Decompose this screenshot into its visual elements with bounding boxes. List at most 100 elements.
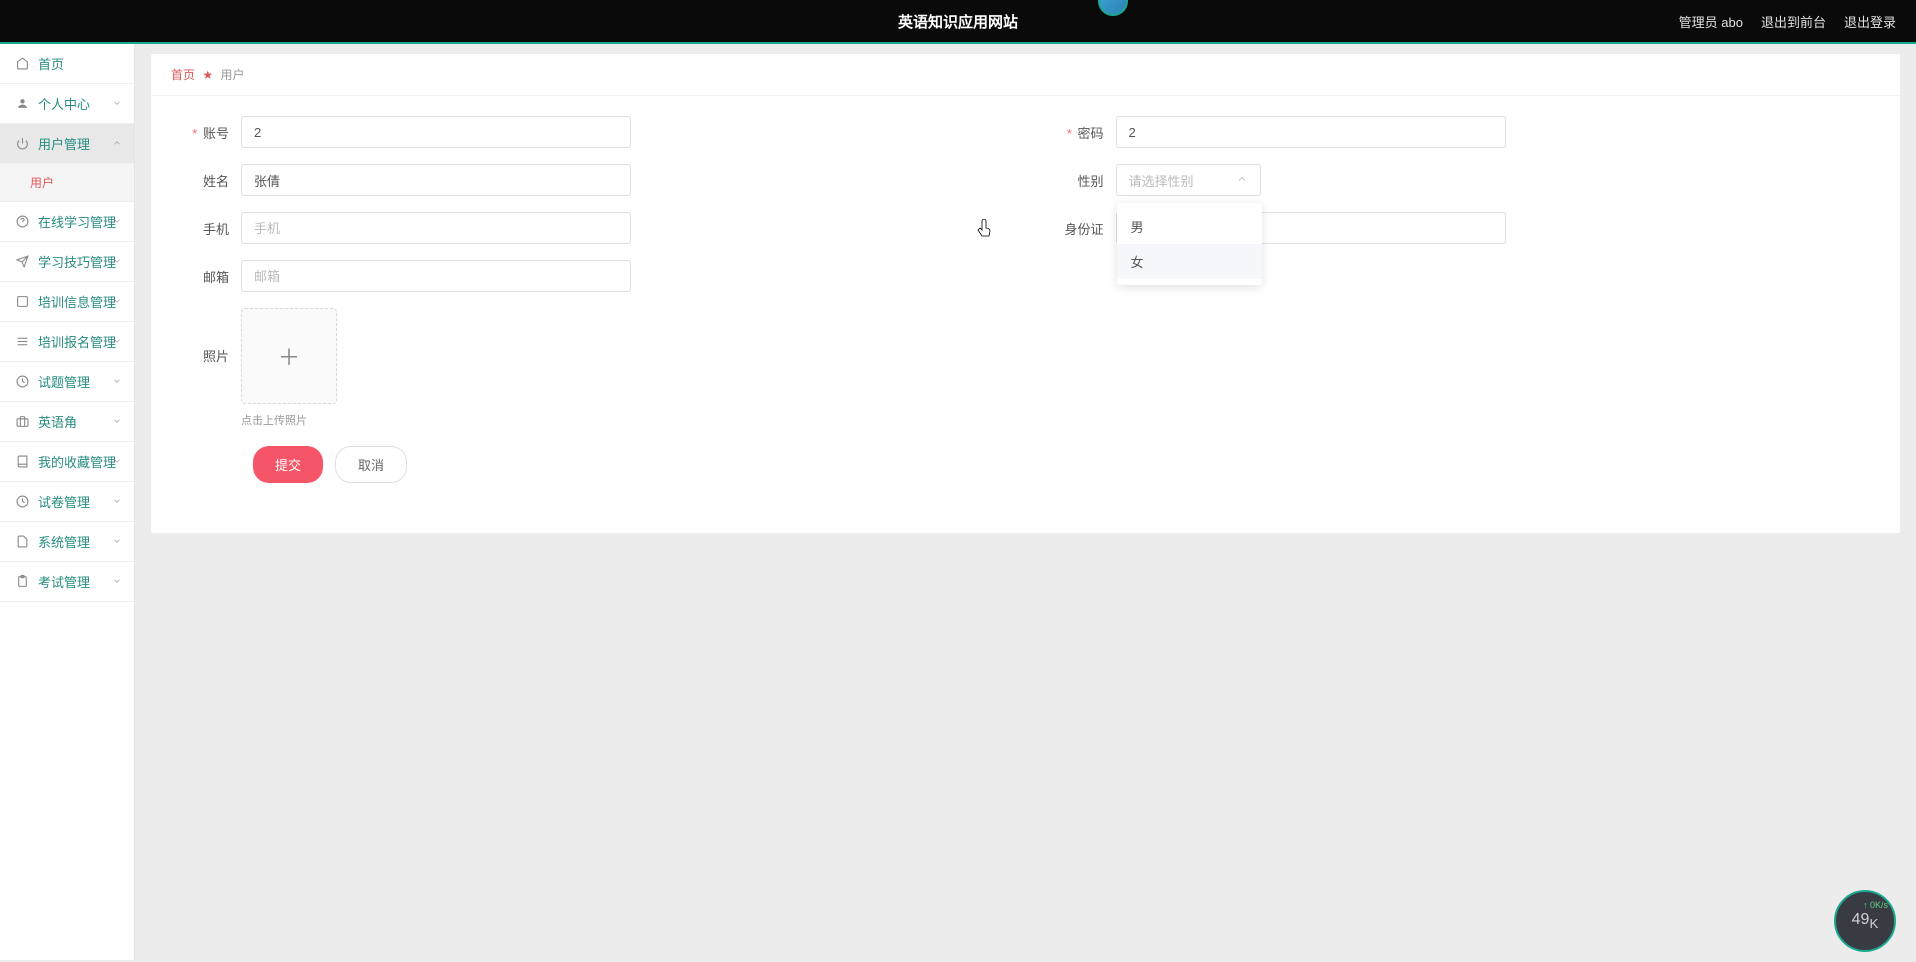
- gender-select[interactable]: 请选择性别 男 女: [1116, 164, 1261, 196]
- book-icon: [14, 455, 30, 468]
- chevron-down-icon: [112, 374, 122, 389]
- name-input[interactable]: [241, 164, 631, 196]
- network-speed-widget[interactable]: ↑ 0K/s 49K: [1834, 890, 1896, 952]
- chevron-down-icon: [112, 334, 122, 349]
- field-account: * 账号: [171, 116, 1006, 148]
- user-icon: [14, 97, 30, 110]
- form-col-right: * 密码 性别 请选择性别 男: [1026, 116, 1901, 483]
- sidebar-item-system[interactable]: 系统管理: [0, 522, 134, 562]
- form-actions: 提交 取消: [171, 446, 1006, 483]
- gender-dropdown: 男 女: [1117, 203, 1262, 285]
- content-panel: 首页 ★ 用户 * 账号 姓名: [151, 54, 1900, 533]
- net-main-value: 49K: [1852, 911, 1879, 931]
- sidebar-item-online-study[interactable]: 在线学习管理: [0, 202, 134, 242]
- admin-label[interactable]: 管理员 abo: [1679, 12, 1743, 31]
- chevron-down-icon: [112, 414, 122, 429]
- idcard-label: 身份证: [1046, 219, 1116, 238]
- doc-icon: [14, 535, 30, 548]
- user-form: * 账号 姓名 手机 邮箱: [151, 96, 1900, 503]
- sidebar-item-training-enroll[interactable]: 培训报名管理: [0, 322, 134, 362]
- net-up-icon: ↑ 0K/s: [1863, 900, 1888, 910]
- chevron-up-icon: [112, 136, 122, 151]
- photo-label: 照片: [171, 308, 241, 365]
- field-name: 姓名: [171, 164, 1006, 196]
- sidebar-item-study-tips[interactable]: 学习技巧管理: [0, 242, 134, 282]
- field-password: * 密码: [1046, 116, 1881, 148]
- account-input[interactable]: [241, 116, 631, 148]
- email-input[interactable]: [241, 260, 631, 292]
- chevron-down-icon: [112, 254, 122, 269]
- clock-icon: [14, 495, 30, 508]
- field-photo: 照片 ＋ 点击上传照片: [171, 308, 1006, 428]
- gender-label: 性别: [1046, 171, 1116, 190]
- chevron-down-icon: [112, 494, 122, 509]
- chevron-down-icon: [112, 454, 122, 469]
- field-gender: 性别 请选择性别 男 女: [1046, 164, 1881, 196]
- sidebar-subitem-user[interactable]: 用户: [0, 164, 134, 202]
- clipboard-icon: [14, 575, 30, 588]
- sidebar-label: 试题管理: [38, 372, 90, 391]
- gender-placeholder: 请选择性别: [1129, 171, 1194, 190]
- sidebar-item-training-info[interactable]: 培训信息管理: [0, 282, 134, 322]
- sidebar-label: 培训报名管理: [38, 332, 116, 351]
- home-icon: [14, 57, 30, 70]
- chevron-down-icon: [112, 574, 122, 589]
- photo-upload[interactable]: ＋: [241, 308, 337, 404]
- submit-button[interactable]: 提交: [253, 446, 323, 483]
- sidebar-item-questions[interactable]: 试题管理: [0, 362, 134, 402]
- field-phone: 手机: [171, 212, 1006, 244]
- header-actions: 管理员 abo 退出到前台 退出登录: [1679, 12, 1896, 31]
- chevron-down-icon: [112, 534, 122, 549]
- sidebar-label: 英语角: [38, 412, 77, 431]
- sidebar-item-home[interactable]: 首页: [0, 44, 134, 84]
- chevron-down-icon: [112, 214, 122, 229]
- sidebar-label: 试卷管理: [38, 492, 90, 511]
- main-area: 首页 ★ 用户 * 账号 姓名: [135, 44, 1916, 960]
- required-mark: *: [192, 126, 197, 141]
- name-label: 姓名: [171, 171, 241, 190]
- sidebar-item-personal[interactable]: 个人中心: [0, 84, 134, 124]
- account-label: * 账号: [171, 123, 241, 142]
- sidebar-label: 培训信息管理: [38, 292, 116, 311]
- sidebar: 首页 个人中心 用户管理 用户 在线学习管理: [0, 44, 135, 960]
- sidebar-label: 在线学习管理: [38, 212, 116, 231]
- app-title: 英语知识应用网站: [898, 11, 1018, 32]
- sidebar-label: 学习技巧管理: [38, 252, 116, 271]
- chevron-down-icon: [112, 96, 122, 111]
- help-icon: [14, 215, 30, 228]
- sidebar-label: 首页: [38, 54, 64, 73]
- breadcrumb-current: 用户: [220, 68, 244, 82]
- sidebar-label: 用户管理: [38, 134, 90, 153]
- main-container: 首页 个人中心 用户管理 用户 在线学习管理: [0, 44, 1916, 960]
- field-email: 邮箱: [171, 260, 1006, 292]
- required-mark: *: [1067, 126, 1072, 141]
- star-icon: ★: [202, 68, 213, 82]
- sidebar-item-favorites[interactable]: 我的收藏管理: [0, 442, 134, 482]
- chevron-down-icon: [112, 294, 122, 309]
- sidebar-item-user-mgmt[interactable]: 用户管理: [0, 124, 134, 164]
- breadcrumb-home[interactable]: 首页: [171, 68, 195, 82]
- clock-icon: [14, 375, 30, 388]
- sidebar-item-papers[interactable]: 试卷管理: [0, 482, 134, 522]
- briefcase-icon: [14, 415, 30, 428]
- breadcrumb: 首页 ★ 用户: [151, 54, 1900, 96]
- header-logo-circle: [1098, 0, 1128, 16]
- password-label: * 密码: [1046, 123, 1116, 142]
- sidebar-item-english-corner[interactable]: 英语角: [0, 402, 134, 442]
- power-icon: [14, 137, 30, 150]
- password-input[interactable]: [1116, 116, 1506, 148]
- logout-link[interactable]: 退出登录: [1844, 12, 1896, 31]
- sidebar-label: 系统管理: [38, 532, 90, 551]
- gender-option-female[interactable]: 女: [1117, 244, 1262, 279]
- exit-to-front-link[interactable]: 退出到前台: [1761, 12, 1826, 31]
- gender-option-male[interactable]: 男: [1117, 209, 1262, 244]
- send-icon: [14, 255, 30, 268]
- sidebar-item-exam[interactable]: 考试管理: [0, 562, 134, 602]
- header: 英语知识应用网站 管理员 abo 退出到前台 退出登录: [0, 0, 1916, 44]
- cancel-button[interactable]: 取消: [335, 446, 407, 483]
- plus-icon: ＋: [278, 340, 300, 372]
- phone-input[interactable]: [241, 212, 631, 244]
- upload-wrapper: ＋ 点击上传照片: [241, 308, 337, 428]
- email-label: 邮箱: [171, 267, 241, 286]
- sidebar-label: 考试管理: [38, 572, 90, 591]
